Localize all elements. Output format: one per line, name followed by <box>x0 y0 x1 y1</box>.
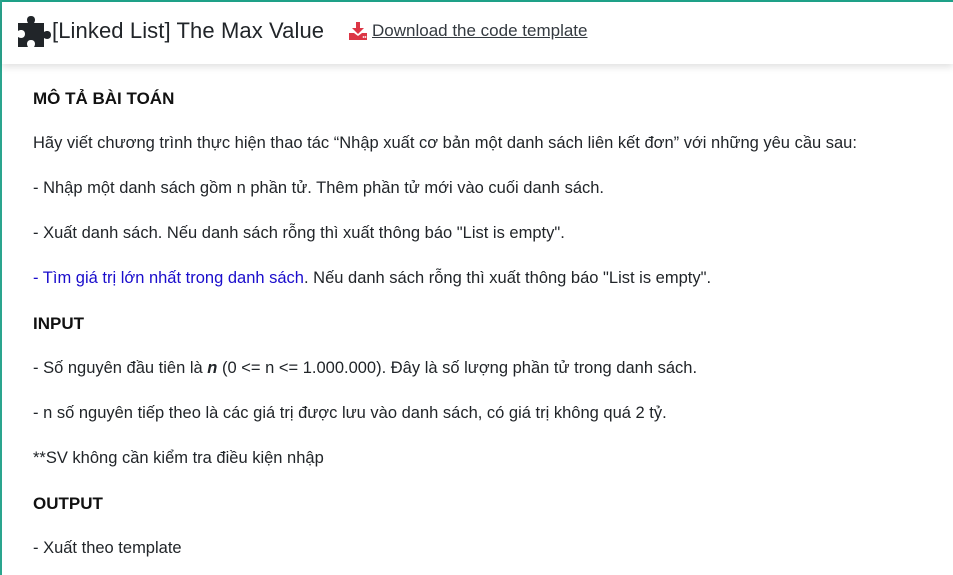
download-template-label[interactable]: Download the code template <box>372 21 587 41</box>
puzzle-piece-icon <box>16 14 52 48</box>
left-accent-stripe <box>0 0 2 575</box>
input-line-1: - Số nguyên đầu tiên là n (0 <= n <= 1.0… <box>33 359 697 378</box>
problem-page: [Linked List] The Max Value Download the… <box>0 0 953 575</box>
requirement-2: - Xuất danh sách. Nếu danh sách rỗng thì… <box>33 224 565 242</box>
requirement-3-highlight: - Tìm giá trị lớn nhất trong danh sách <box>33 269 304 287</box>
output-heading: OUTPUT <box>33 494 103 513</box>
output-line-1: - Xuất theo template <box>33 539 182 557</box>
description-intro: Hãy viết chương trình thực hiện thao tác… <box>33 134 857 152</box>
input-variable-n: n <box>207 359 218 377</box>
input-line-1-suffix: (0 <= n <= 1.000.000). Đây là số lượng p… <box>217 359 698 377</box>
requirement-3-rest: . Nếu danh sách rỗng thì xuất thông báo … <box>304 269 712 287</box>
download-template-link[interactable]: Download the code template <box>348 21 587 41</box>
input-note: **SV không cần kiểm tra điều kiện nhập <box>33 449 324 467</box>
input-line-2: - n số nguyên tiếp theo là các giá trị đ… <box>33 404 667 422</box>
problem-header: [Linked List] The Max Value Download the… <box>2 2 953 64</box>
input-line-1-prefix: - Số nguyên đầu tiên là <box>33 359 208 377</box>
requirement-1: - Nhập một danh sách gồm n phần tử. Thêm… <box>33 179 605 197</box>
requirement-3: - Tìm giá trị lớn nhất trong danh sách. … <box>33 269 711 288</box>
download-icon <box>348 22 368 40</box>
input-heading: INPUT <box>33 314 84 333</box>
description-heading: MÔ TẢ BÀI TOÁN <box>33 89 175 108</box>
problem-title: [Linked List] The Max Value <box>52 18 325 43</box>
